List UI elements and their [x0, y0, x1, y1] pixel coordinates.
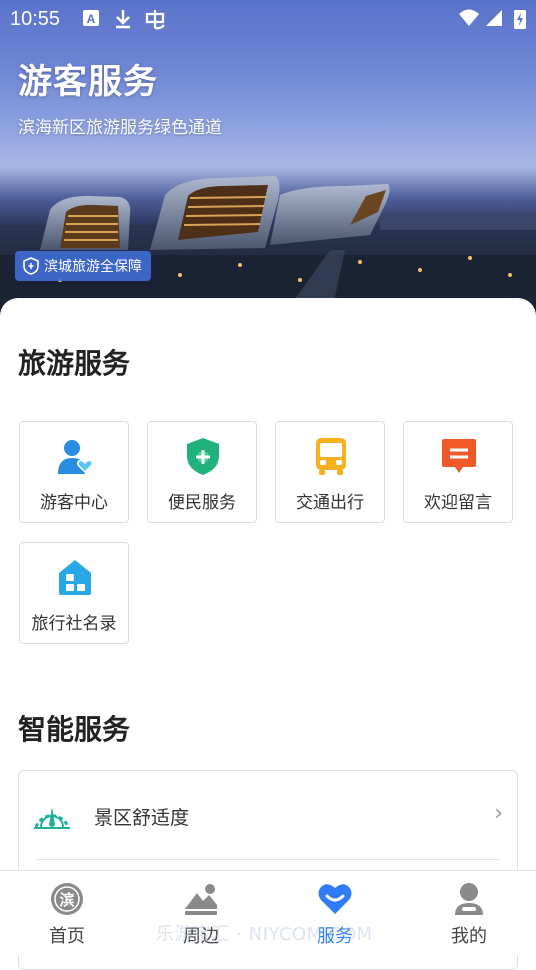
profile-icon: [455, 883, 483, 915]
tab-home[interactable]: 滨 首页: [0, 871, 134, 955]
tile-travel-agency-directory[interactable]: 旅行社名录: [19, 542, 129, 644]
home-icon: 滨: [51, 883, 83, 915]
status-bar: 10:55 A: [0, 0, 536, 36]
shield-icon: [23, 257, 39, 275]
tile-label: 交通出行: [296, 493, 364, 513]
tourism-services-title: 旅游服务: [18, 347, 131, 380]
chevron-right-icon: ›: [494, 801, 503, 826]
notification-a-icon: A: [82, 9, 100, 32]
shield-plus-icon: [187, 438, 219, 475]
tab-label: 服务: [317, 926, 353, 947]
signal-icon: [484, 8, 504, 33]
divider: [37, 859, 499, 860]
battery-icon: [513, 8, 527, 35]
tile-label: 便民服务: [168, 493, 236, 513]
message-icon: [442, 439, 476, 473]
tile-label: 游客中心: [40, 493, 108, 513]
app-notification-icon: [143, 8, 167, 35]
tourist-center-icon: [58, 440, 94, 474]
guarantee-badge-label: 滨城旅游全保障: [44, 259, 142, 275]
tab-label: 周边: [183, 926, 219, 947]
agency-directory-icon: [59, 560, 91, 595]
svg-text:A: A: [87, 12, 96, 26]
tile-label: 欢迎留言: [424, 493, 492, 513]
tile-convenience-services[interactable]: 便民服务: [147, 421, 257, 523]
tab-nearby[interactable]: 周边: [134, 871, 268, 955]
smart-services-title: 智能服务: [18, 713, 131, 746]
tile-leave-message[interactable]: 欢迎留言: [403, 421, 513, 523]
tile-transportation[interactable]: 交通出行: [275, 421, 385, 523]
comfort-gauge-icon: [34, 807, 70, 829]
tab-services[interactable]: 服务: [268, 871, 402, 955]
page-title: 游客服务: [18, 62, 158, 102]
tab-label: 我的: [451, 926, 487, 947]
wifi-icon: [458, 8, 480, 33]
list-item-scenic-comfort[interactable]: 景区舒适度 ›: [19, 771, 517, 859]
services-sheet: 旅游服务 游客中心 便民服务 交通出行 欢迎留言 旅行社名录 智能服务 景区舒适…: [0, 298, 536, 970]
status-time: 10:55: [10, 8, 61, 30]
tab-label: 首页: [49, 926, 85, 947]
guarantee-badge: 滨城旅游全保障: [15, 251, 151, 281]
bus-icon: [316, 438, 346, 475]
tile-label: 旅行社名录: [31, 614, 117, 634]
page-subtitle: 滨海新区旅游服务绿色通道: [18, 118, 222, 138]
heart-service-icon: [318, 884, 352, 914]
nearby-icon: [185, 884, 217, 915]
hero-banner: 10:55 A 游客服务 滨海新区旅游服务绿色通道 滨城旅游全保障: [0, 0, 536, 320]
bottom-tab-bar: 滨 首页 周边 服务 我的: [0, 870, 536, 955]
tab-profile[interactable]: 我的: [402, 871, 536, 955]
download-icon: [113, 8, 133, 35]
svg-text:滨: 滨: [59, 891, 74, 909]
tile-tourist-center[interactable]: 游客中心: [19, 421, 129, 523]
list-item-label: 景区舒适度: [94, 807, 190, 829]
